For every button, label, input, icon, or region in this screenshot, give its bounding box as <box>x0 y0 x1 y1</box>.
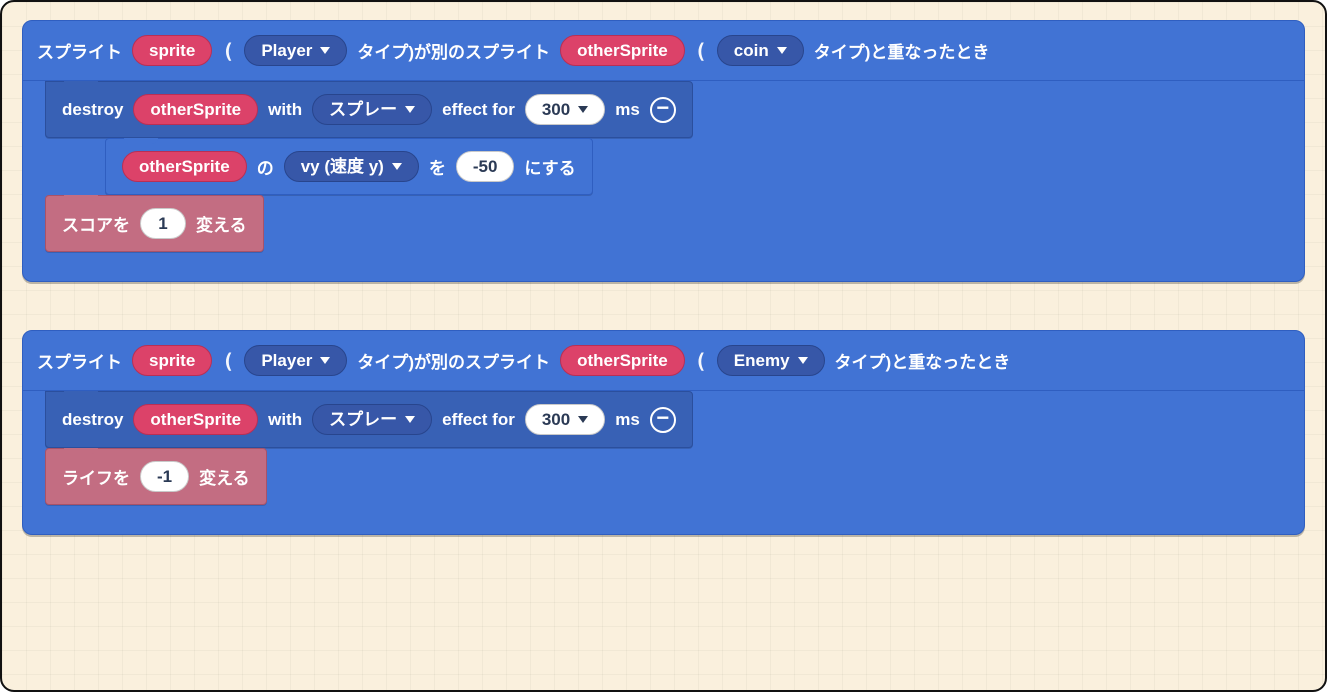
variable-pill[interactable]: otherSprite <box>133 404 258 435</box>
dropdown-label: Enemy <box>734 352 790 369</box>
statement-block[interactable]: スコアを 1 変える <box>45 195 264 252</box>
dropdown-label: スプレー <box>329 411 397 428</box>
block-text: destroy <box>62 100 123 120</box>
paren: ( <box>695 349 707 373</box>
dropdown-label: Player <box>261 352 312 369</box>
paren: ( <box>222 349 234 373</box>
block-text: effect for <box>442 100 515 120</box>
remove-param-button[interactable]: − <box>650 407 676 433</box>
block-text: タイプ)と重なったとき <box>814 38 990 63</box>
block-editor-canvas[interactable]: スプライト sprite ( Player タイプ)が別のスプライト otherSprit… <box>0 0 1327 692</box>
hat-block-on-overlap[interactable]: スプライト sprite ( Player タイプ)が別のスプライト otherSprit… <box>22 20 1305 81</box>
block-text: タイプ)が別のスプライト <box>357 38 550 63</box>
block-text: destroy <box>62 410 123 430</box>
chevron-down-icon <box>405 416 415 423</box>
block-stack[interactable]: スプライト sprite ( Player タイプ)が別のスプライト otherSprit… <box>22 330 1305 535</box>
dropdown-pill[interactable]: vy (速度 y) <box>284 151 419 182</box>
block-body: destroy otherSprite with スプレー effect for 300 m… <box>22 81 1305 252</box>
variable-pill[interactable]: otherSprite <box>560 345 685 376</box>
dropdown-label: スプレー <box>329 101 397 118</box>
dropdown-label: coin <box>734 42 769 59</box>
block-text: にする <box>524 154 575 179</box>
chevron-down-icon <box>578 106 588 113</box>
block-text: ms <box>615 100 640 120</box>
number-input[interactable]: 1 <box>140 208 186 239</box>
block-text: 変える <box>196 211 247 236</box>
variable-pill[interactable]: otherSprite <box>560 35 685 66</box>
block-text: を <box>429 154 446 179</box>
variable-pill[interactable]: sprite <box>132 345 212 376</box>
variable-pill[interactable]: sprite <box>132 35 212 66</box>
block-text: タイプ)が別のスプライト <box>357 348 550 373</box>
block-text: の <box>257 154 274 179</box>
block-text: with <box>268 410 302 430</box>
block-text: with <box>268 100 302 120</box>
chevron-down-icon <box>320 357 330 364</box>
statement-block[interactable]: destroy otherSprite with スプレー effect for 300 m… <box>45 81 693 138</box>
paren: ( <box>695 39 707 63</box>
variable-pill[interactable]: otherSprite <box>122 151 247 182</box>
block-body: destroy otherSprite with スプレー effect for 300 m… <box>22 391 1305 505</box>
sprite-kind-dropdown[interactable]: Player <box>244 35 347 66</box>
hat-block-on-overlap[interactable]: スプライト sprite ( Player タイプ)が別のスプライト otherSprit… <box>22 330 1305 391</box>
dropdown-pill[interactable]: スプレー <box>312 404 432 435</box>
sprite-kind-dropdown[interactable]: Player <box>244 345 347 376</box>
number-value: 300 <box>542 411 570 428</box>
number-value: 300 <box>542 101 570 118</box>
block-text: effect for <box>442 410 515 430</box>
dropdown-label: Player <box>261 42 312 59</box>
sprite-kind-dropdown[interactable]: Enemy <box>717 345 825 376</box>
block-text: ms <box>615 410 640 430</box>
block-text: スコアを <box>62 211 130 236</box>
chevron-down-icon <box>798 357 808 364</box>
dropdown-label: vy (速度 y) <box>301 158 384 175</box>
block-text: スプライト <box>37 38 122 63</box>
block-text: スプライト <box>37 348 122 373</box>
chevron-down-icon <box>392 163 402 170</box>
block-text: 変える <box>199 464 250 489</box>
chevron-down-icon <box>405 106 415 113</box>
chevron-down-icon <box>578 416 588 423</box>
number-input[interactable]: -50 <box>456 151 515 182</box>
remove-param-button[interactable]: − <box>650 97 676 123</box>
paren: ( <box>222 39 234 63</box>
statement-block[interactable]: destroy otherSprite with スプレー effect for 300 m… <box>45 391 693 448</box>
chevron-down-icon <box>320 47 330 54</box>
block-stack[interactable]: スプライト sprite ( Player タイプ)が別のスプライト otherSprit… <box>22 20 1305 282</box>
dropdown-pill[interactable]: スプレー <box>312 94 432 125</box>
number-dropdown[interactable]: 300 <box>525 94 605 125</box>
number-dropdown[interactable]: 300 <box>525 404 605 435</box>
statement-block[interactable]: otherSprite の vy (速度 y) を -50 にする <box>105 138 593 195</box>
sprite-kind-dropdown[interactable]: coin <box>717 35 804 66</box>
block-text: タイプ)と重なったとき <box>835 348 1011 373</box>
variable-pill[interactable]: otherSprite <box>133 94 258 125</box>
statement-block[interactable]: ライフを -1 変える <box>45 448 267 505</box>
block-footer <box>22 505 1305 535</box>
block-footer <box>22 252 1305 282</box>
block-text: ライフを <box>62 464 130 489</box>
chevron-down-icon <box>777 47 787 54</box>
number-input[interactable]: -1 <box>140 461 189 492</box>
